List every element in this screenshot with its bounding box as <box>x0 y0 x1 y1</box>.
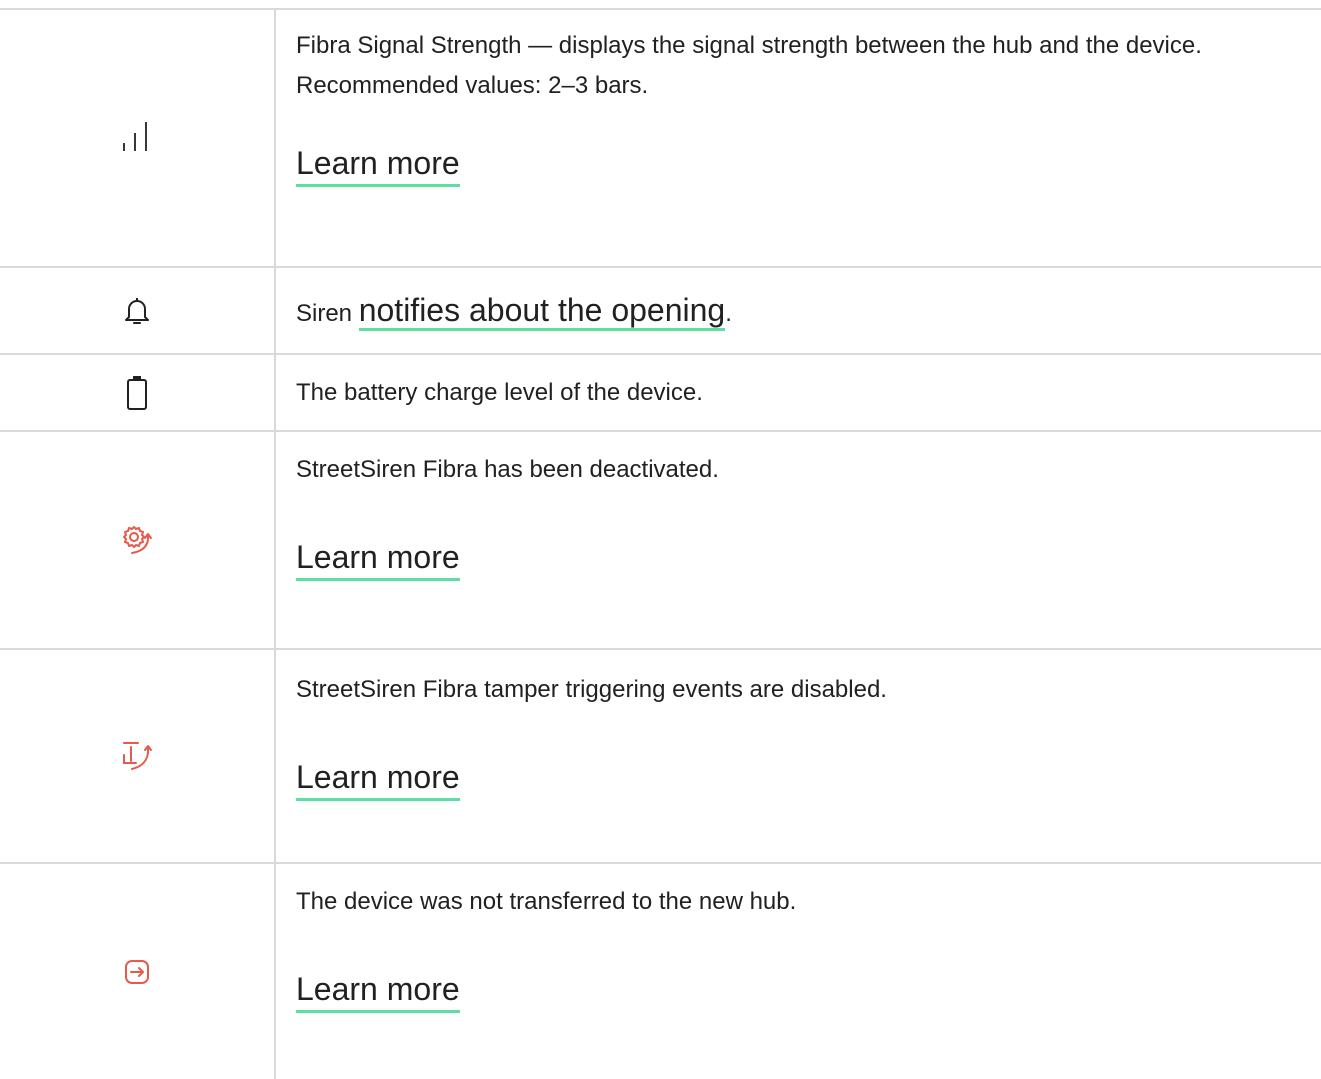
row-description: Siren notifies about the opening. <box>296 288 1309 336</box>
row-description: Fibra Signal Strength — displays the sig… <box>296 32 1202 99</box>
learn-more-link[interactable]: Learn more <box>296 144 460 187</box>
text-cell: Fibra Signal Strength — displays the sig… <box>296 26 1309 187</box>
row-description: StreetSiren Fibra has been deactivated. <box>296 456 719 483</box>
table-row: StreetSiren Fibra tamper triggering even… <box>0 650 1321 862</box>
text-cell: Siren notifies about the opening. <box>296 288 1309 336</box>
icon-legend-table: Fibra Signal Strength — displays the sig… <box>0 0 1321 1079</box>
text-cell: StreetSiren Fibra has been deactivated. … <box>296 450 1309 581</box>
icon-cell <box>0 864 274 1079</box>
tamper-disabled-icon <box>120 739 154 773</box>
text-cell: The device was not transferred to the ne… <box>296 882 1309 1013</box>
text-cell: StreetSiren Fibra tamper triggering even… <box>296 670 1309 801</box>
siren-prefix: Siren <box>296 300 359 327</box>
row-description: StreetSiren Fibra tamper triggering even… <box>296 676 887 703</box>
icon-cell <box>0 355 274 430</box>
signal-bars-icon <box>120 121 154 155</box>
learn-more-link[interactable]: Learn more <box>296 538 460 581</box>
transfer-icon <box>123 958 151 986</box>
battery-icon <box>126 375 148 411</box>
table-row: The battery charge level of the device. <box>0 355 1321 430</box>
learn-more-link[interactable]: Learn more <box>296 758 460 801</box>
learn-more-link[interactable]: Learn more <box>296 970 460 1013</box>
icon-cell <box>0 432 274 648</box>
table-row: Fibra Signal Strength — displays the sig… <box>0 10 1321 266</box>
bell-icon <box>124 296 150 326</box>
row-description: The device was not transferred to the ne… <box>296 888 797 915</box>
gear-deactivated-icon <box>120 523 154 557</box>
icon-cell <box>0 268 274 353</box>
text-cell: The battery charge level of the device. <box>296 373 1309 413</box>
table-row: The device was not transferred to the ne… <box>0 864 1321 1079</box>
notifies-link[interactable]: notifies about the opening <box>358 292 726 331</box>
row-description: The battery charge level of the device. <box>296 379 703 406</box>
icon-cell <box>0 10 274 266</box>
table-row: Siren notifies about the opening. <box>0 268 1321 353</box>
icon-cell <box>0 650 274 862</box>
siren-suffix: . <box>725 300 732 327</box>
table-row: StreetSiren Fibra has been deactivated. … <box>0 432 1321 648</box>
